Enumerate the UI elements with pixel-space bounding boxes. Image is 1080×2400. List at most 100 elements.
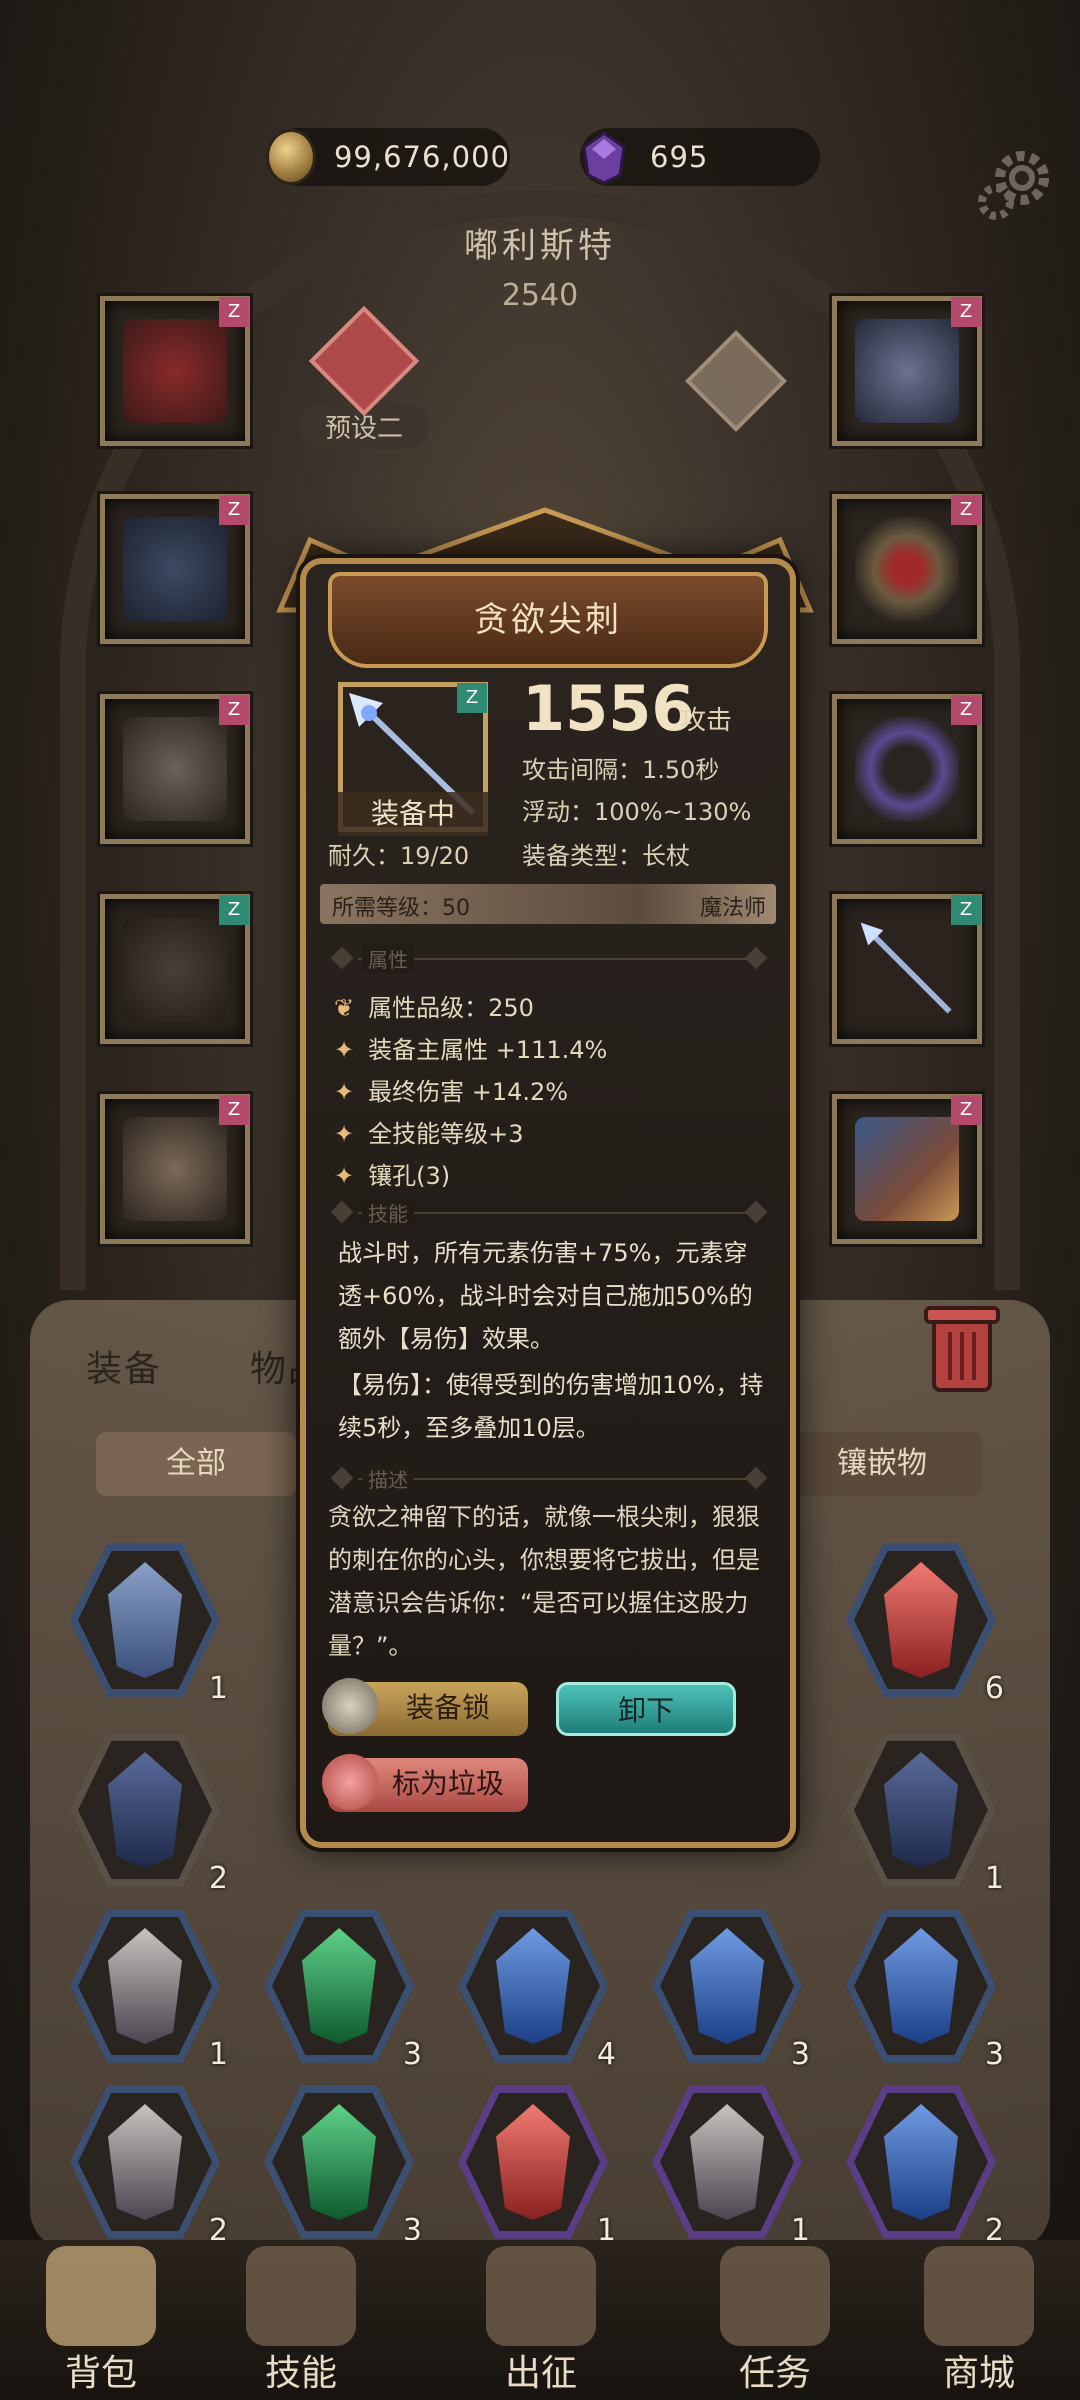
nav-expedition[interactable]: 出征: [466, 2240, 616, 2400]
backpack-icon: [46, 2246, 156, 2346]
attribute-item: ✦ 装备主属性 +111.4%: [334, 1036, 608, 1064]
inventory-gem-slot[interactable]: 6: [846, 1540, 1004, 1706]
equip-slot-boots[interactable]: Z: [100, 1094, 250, 1244]
required-class: 魔法师: [699, 896, 766, 921]
equip-type: 装备类型：长杖: [522, 842, 690, 870]
inventory-gem-slot[interactable]: 3: [652, 1906, 810, 2072]
item-count: 3: [984, 2037, 1004, 2072]
inventory-gem-slot[interactable]: 3: [264, 1906, 422, 2072]
filter-all-button[interactable]: 全部: [96, 1432, 296, 1496]
rarity-tag: Z: [219, 297, 249, 327]
equip-slot-weapon[interactable]: Z: [832, 894, 982, 1044]
tab-equipment[interactable]: 装备: [86, 1340, 162, 1392]
map-scroll-icon: [486, 2246, 596, 2346]
attack-label: 攻击: [680, 706, 733, 736]
mark-as-trash-button[interactable]: 标为垃圾: [322, 1754, 528, 1812]
item-count: 2: [208, 1861, 228, 1896]
item-detail-popup: 贪欲尖刺 Z 装备中 1556 攻击 攻击间隔：1.50秒 浮动：100%~13…: [300, 558, 796, 1848]
nav-backpack[interactable]: 背包: [26, 2240, 176, 2400]
durability: 耐久：19/20: [328, 842, 470, 870]
filter-socket-button[interactable]: 镶嵌物: [782, 1432, 982, 1496]
item-count: 3: [402, 2037, 422, 2072]
purple-ring-icon: [855, 717, 959, 821]
purple-gem-icon: [582, 131, 626, 185]
equip-slot-book[interactable]: Z: [832, 1094, 982, 1244]
equipment-lock-button[interactable]: 装备锁: [322, 1678, 528, 1736]
inventory-gem-slot[interactable]: 4: [458, 1906, 616, 2072]
equip-slot-armor[interactable]: Z: [100, 494, 250, 644]
preset-selector[interactable]: 预设二: [300, 305, 428, 449]
gem-amount: 695: [650, 140, 709, 174]
lock-icon: [322, 1678, 378, 1734]
inventory-gem-slot[interactable]: 1: [70, 1540, 228, 1706]
equip-slot-gloves[interactable]: Z: [100, 694, 250, 844]
item-count: 3: [790, 2037, 810, 2072]
nav-shop[interactable]: 商城: [904, 2240, 1054, 2400]
belt-icon: [123, 917, 227, 1021]
equip-slot-cloak[interactable]: Z: [100, 296, 250, 446]
gold-coin-icon: [266, 129, 316, 185]
bottom-nav: 背包 技能 出征 任务 商城: [0, 2240, 1080, 2400]
trash-bin-icon[interactable]: [912, 1290, 1012, 1400]
attack-interval: 攻击间隔：1.50秒: [522, 756, 720, 784]
attack-value: 1556: [522, 672, 695, 745]
rarity-tag: Z: [219, 695, 249, 725]
equip-slot-belt[interactable]: Z: [100, 894, 250, 1044]
attribute-item: ✦ 全技能等级+3: [334, 1120, 524, 1148]
inventory-gem-slot[interactable]: 1: [458, 2082, 616, 2248]
ruby-ring-icon: [855, 517, 959, 621]
damage-float: 浮动：100%~130%: [522, 798, 752, 826]
rarity-tag: Z: [219, 1095, 249, 1125]
nav-skills[interactable]: 技能: [226, 2240, 376, 2400]
rarity-tag: Z: [951, 1095, 981, 1125]
lotus-icon: ❦: [334, 994, 355, 1022]
boots-icon: [123, 1117, 227, 1221]
unequip-button[interactable]: 卸下: [556, 1682, 736, 1736]
inventory-gem-slot[interactable]: 2: [70, 1730, 228, 1896]
requirement-bar: 所需等级：50 魔法师: [320, 884, 776, 924]
vulnerable-effect-text: 【易伤】：使得受到的伤害增加10%，持续5秒，至多叠加10层。: [338, 1371, 764, 1442]
red-cloak-icon: [123, 319, 227, 423]
inventory-gem-slot[interactable]: 1: [846, 1730, 1004, 1896]
settings-gear-icon[interactable]: [972, 140, 1058, 226]
required-level: 所需等级：50: [332, 896, 470, 921]
nav-label: 商城: [942, 2353, 1015, 2394]
rarity-tag: Z: [219, 495, 249, 525]
inventory-gem-slot[interactable]: 1: [652, 2082, 810, 2248]
item-count: 6: [984, 1671, 1004, 1706]
inventory-gem-slot[interactable]: 1: [70, 1906, 228, 2072]
staff-icon: [860, 922, 952, 1014]
nav-label: 背包: [64, 2353, 137, 2394]
gloves-icon: [123, 717, 227, 821]
sparkle-icon: ✦: [334, 1162, 355, 1190]
item-title: 贪欲尖刺: [474, 600, 622, 640]
rarity-tag: Z: [219, 895, 249, 925]
sparkle-icon: ✦: [334, 1036, 355, 1064]
rarity-tag: Z: [951, 895, 981, 925]
inventory-gem-slot[interactable]: 2: [70, 2082, 228, 2248]
inventory-gem-slot[interactable]: 3: [846, 1906, 1004, 2072]
spellbook-icon: [855, 1117, 959, 1221]
item-count: 1: [208, 1671, 228, 1706]
section-skill: 技能: [328, 1198, 768, 1228]
equip-slot-ring-1[interactable]: Z: [832, 494, 982, 644]
trash-tag-icon: [322, 1754, 378, 1810]
item-count: 1: [208, 2037, 228, 2072]
shop-crown-icon: [924, 2246, 1034, 2346]
inventory-gem-slot[interactable]: 3: [264, 2082, 422, 2248]
nav-quests[interactable]: 任务: [700, 2240, 850, 2400]
equip-slot-ring-2[interactable]: Z: [832, 694, 982, 844]
attribute-tier: ❦ 属性品级：250: [334, 994, 534, 1022]
equip-slot-necklace[interactable]: Z: [832, 296, 982, 446]
nav-label: 技能: [264, 2353, 337, 2394]
section-attributes: 属性: [328, 944, 768, 974]
item-count: 4: [596, 2037, 616, 2072]
preset-emblem-icon: [308, 305, 420, 417]
necklace-icon: [855, 319, 959, 423]
inventory-gem-slot[interactable]: 2: [846, 2082, 1004, 2248]
equipped-label: 装备中: [338, 792, 488, 836]
rarity-tag: Z: [457, 683, 487, 713]
rarity-tag: Z: [951, 495, 981, 525]
sparkle-icon: ✦: [334, 1078, 355, 1106]
item-count: 1: [984, 1861, 1004, 1896]
